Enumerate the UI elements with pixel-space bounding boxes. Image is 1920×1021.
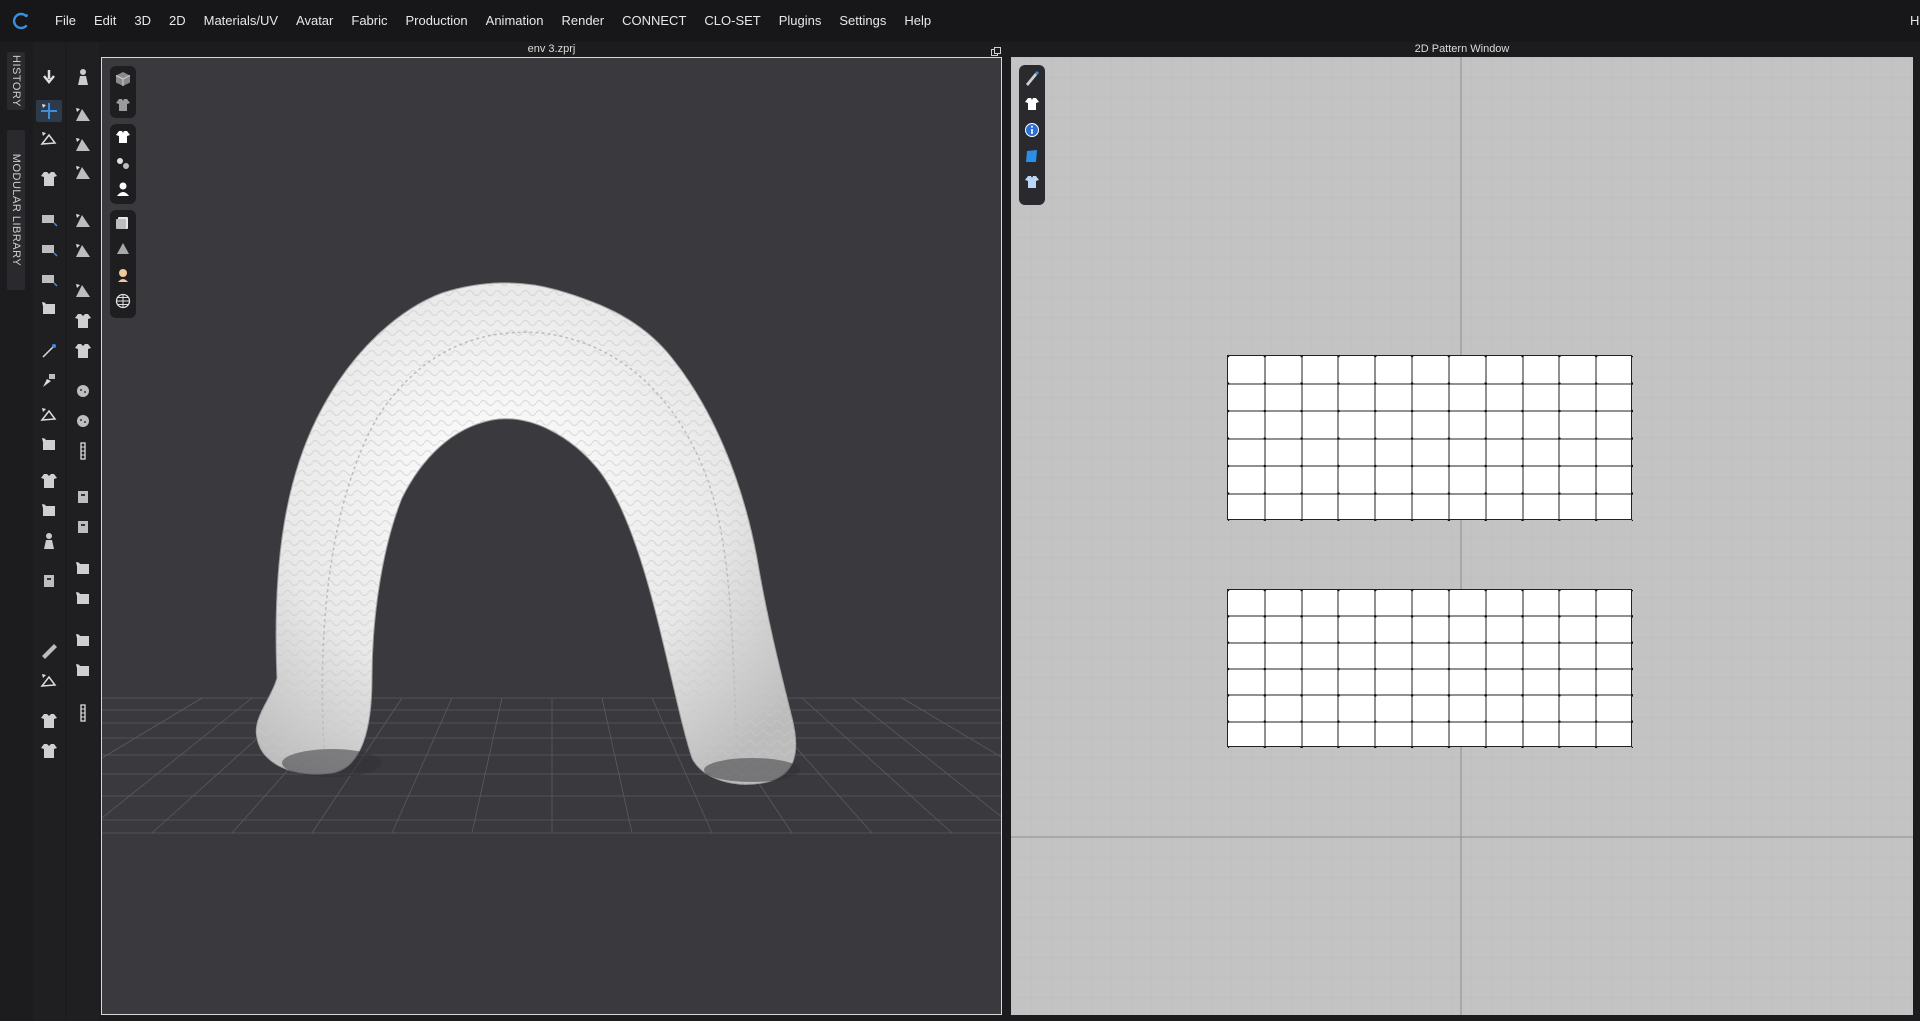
menu-2d[interactable]: 2D bbox=[160, 0, 195, 42]
viewport2d-title: 2D Pattern Window bbox=[1414, 43, 1510, 55]
pencil-icon[interactable] bbox=[1019, 65, 1045, 91]
toolbar-2d bbox=[1019, 65, 1045, 205]
menu-animation[interactable]: Animation bbox=[477, 0, 553, 42]
cube-view-icon[interactable] bbox=[110, 66, 136, 92]
menu-3d[interactable]: 3D bbox=[125, 0, 160, 42]
right-box-tool-icon[interactable] bbox=[70, 558, 96, 580]
right-shirt-tool-icon[interactable] bbox=[70, 310, 96, 332]
left-edit-tool-icon[interactable] bbox=[36, 670, 62, 692]
shirt-2d-icon[interactable] bbox=[1019, 91, 1045, 117]
right-box-tool-icon[interactable] bbox=[70, 630, 96, 652]
pins-icon[interactable] bbox=[110, 150, 136, 176]
side-tabs: HISTORY MODULAR LIBRARY bbox=[0, 42, 30, 1021]
skin-icon[interactable] bbox=[110, 262, 136, 288]
left-sew-tool-icon[interactable] bbox=[36, 208, 62, 230]
left-brush-tool-icon[interactable] bbox=[36, 370, 62, 392]
tool-column-left bbox=[33, 42, 65, 1021]
right-fold-tool-icon[interactable] bbox=[70, 104, 96, 126]
left-box-tool-icon[interactable] bbox=[36, 434, 62, 456]
vp-toolbar-render bbox=[110, 210, 136, 318]
right-zip-tool-icon[interactable] bbox=[70, 702, 96, 724]
garment-texture-icon[interactable] bbox=[1019, 169, 1045, 195]
menu-fabric[interactable]: Fabric bbox=[342, 0, 396, 42]
menu-file[interactable]: File bbox=[46, 0, 85, 42]
right-figure-tool-icon[interactable] bbox=[70, 66, 96, 88]
left-shirt-tool-icon[interactable] bbox=[36, 710, 62, 732]
menu-render[interactable]: Render bbox=[552, 0, 613, 42]
right-tag-tool-icon[interactable] bbox=[70, 516, 96, 538]
garment-arch bbox=[255, 282, 800, 785]
right-fold-tool-icon[interactable] bbox=[70, 280, 96, 302]
left-shirt-tool-icon[interactable] bbox=[36, 740, 62, 762]
right-tag-tool-icon[interactable] bbox=[70, 486, 96, 508]
garment-view-icon[interactable] bbox=[110, 92, 136, 118]
left-shirt-tool-icon[interactable] bbox=[36, 168, 62, 190]
left-box-tool-icon[interactable] bbox=[36, 500, 62, 522]
floor-grid bbox=[102, 697, 1001, 834]
pattern-piece-bottom[interactable] bbox=[1227, 589, 1633, 748]
menu-avatar[interactable]: Avatar bbox=[287, 0, 342, 42]
right-button-tool-icon[interactable] bbox=[70, 410, 96, 432]
shaded-icon[interactable] bbox=[110, 236, 136, 262]
left-tag-tool-icon[interactable] bbox=[36, 570, 62, 592]
main-menu: File Edit 3D 2D Materials/UV Avatar Fabric Prod… bbox=[46, 0, 940, 42]
tab-history[interactable]: HISTORY bbox=[7, 52, 25, 110]
tool-column-right bbox=[67, 42, 99, 1021]
vp-toolbar-view bbox=[110, 66, 136, 118]
grid-2d bbox=[1011, 57, 1913, 1015]
right-box-tool-icon[interactable] bbox=[70, 660, 96, 682]
viewport-2d[interactable] bbox=[1011, 57, 1913, 1015]
shirt-icon[interactable] bbox=[110, 124, 136, 150]
right-zip-tool-icon[interactable] bbox=[70, 440, 96, 462]
left-ruler-tool-icon[interactable] bbox=[36, 640, 62, 662]
menu-right-truncated: H bbox=[1910, 13, 1920, 28]
menu-help[interactable]: Help bbox=[895, 0, 940, 42]
right-edge-scrollbar[interactable] bbox=[1913, 57, 1920, 1021]
menu-settings[interactable]: Settings bbox=[830, 0, 895, 42]
left-sew-tool-icon[interactable] bbox=[36, 238, 62, 260]
left-box-tool-icon[interactable] bbox=[36, 298, 62, 320]
right-button-tool-icon[interactable] bbox=[70, 380, 96, 402]
left-arrow-tool-icon[interactable] bbox=[36, 66, 62, 88]
menu-production[interactable]: Production bbox=[397, 0, 477, 42]
left-move-tool-icon[interactable] bbox=[36, 100, 62, 122]
right-fold-tool-icon[interactable] bbox=[70, 134, 96, 156]
viewport-3d[interactable] bbox=[101, 57, 1002, 1015]
right-fold-tool-icon[interactable] bbox=[70, 210, 96, 232]
viewport3d-title: env 3.zprj bbox=[527, 43, 576, 55]
left-pin-tool-icon[interactable] bbox=[36, 340, 62, 362]
clo-logo-icon[interactable] bbox=[0, 0, 42, 42]
menu-connect[interactable]: CONNECT bbox=[613, 0, 695, 42]
scene-3d bbox=[102, 282, 1001, 834]
left-figure-tool-icon[interactable] bbox=[36, 530, 62, 552]
left-edit-tool-icon[interactable] bbox=[36, 128, 62, 150]
globe-icon[interactable] bbox=[110, 288, 136, 314]
menu-clo-set[interactable]: CLO-SET bbox=[695, 0, 769, 42]
left-shirt-tool-icon[interactable] bbox=[36, 470, 62, 492]
menu-bar: File Edit 3D 2D Materials/UV Avatar Fabric Prod… bbox=[0, 0, 1920, 42]
menu-materials-uv[interactable]: Materials/UV bbox=[195, 0, 287, 42]
right-fold-tool-icon[interactable] bbox=[70, 240, 96, 262]
texture-icon[interactable] bbox=[110, 210, 136, 236]
right-shirt-tool-icon[interactable] bbox=[70, 340, 96, 362]
menu-edit[interactable]: Edit bbox=[85, 0, 125, 42]
right-fold-tool-icon[interactable] bbox=[70, 162, 96, 184]
fabric-icon[interactable] bbox=[1019, 143, 1045, 169]
menu-plugins[interactable]: Plugins bbox=[770, 0, 831, 42]
right-box-tool-icon[interactable] bbox=[70, 588, 96, 610]
tab-modular-library[interactable]: MODULAR LIBRARY bbox=[7, 130, 25, 290]
popout-icon[interactable] bbox=[991, 43, 1001, 56]
pattern-piece-top[interactable] bbox=[1227, 355, 1633, 521]
left-sew-tool-icon[interactable] bbox=[36, 268, 62, 290]
tab-history-label: HISTORY bbox=[10, 55, 22, 107]
left-edit-tool-icon[interactable] bbox=[36, 404, 62, 426]
info-icon[interactable] bbox=[1019, 117, 1045, 143]
vp-toolbar-display bbox=[110, 124, 136, 204]
tab-modular-library-label: MODULAR LIBRARY bbox=[10, 153, 22, 267]
avatar-icon[interactable] bbox=[110, 176, 136, 202]
